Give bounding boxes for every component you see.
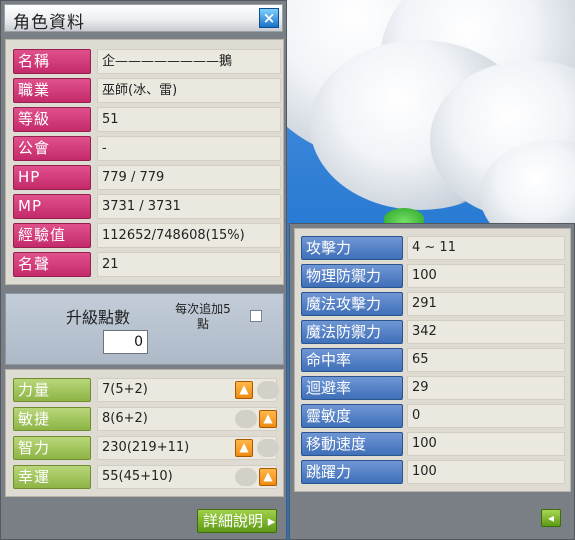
info-value: 21: [97, 252, 281, 277]
detail-row-accuracy: 命中率 65: [301, 348, 565, 372]
stat-row-dex: 敏捷 8(6+2) ▲: [13, 407, 277, 431]
detail-row-wdef: 物理防禦力 100: [301, 264, 565, 288]
stat-label: 敏捷: [13, 407, 91, 431]
character-info-window: 角色資料 × 名稱 企————————鵝 職業 巫師(冰、雷) 等級 51 公會…: [0, 0, 287, 540]
up-arrow-icon[interactable]: ▲: [235, 381, 253, 399]
info-label: 職業: [13, 78, 91, 103]
info-value: 779 / 779: [97, 165, 281, 190]
info-label: 名稱: [13, 49, 91, 74]
info-row-fame: 名聲 21: [13, 252, 281, 277]
info-value: 112652/748608(15%): [97, 223, 281, 248]
detail-row-attack: 攻擊力 4 ~ 11: [301, 236, 565, 260]
info-label: 等級: [13, 107, 91, 132]
window-title: 角色資料: [13, 13, 85, 33]
up-arrow-icon[interactable]: ▲: [259, 468, 277, 486]
detail-value: 342: [407, 320, 565, 344]
character-info-section: 名稱 企————————鵝 職業 巫師(冰、雷) 等級 51 公會 - HP 7…: [5, 39, 284, 285]
detail-stats-window: 攻擊力 4 ~ 11 物理防禦力 100 魔法攻擊力 291 魔法防禦力 342…: [289, 223, 575, 540]
info-label: HP: [13, 165, 91, 190]
detail-label: 命中率: [301, 348, 403, 372]
info-label: 經驗值: [13, 223, 91, 248]
detail-label: 靈敏度: [301, 404, 403, 428]
detail-button-label: 詳細說明: [203, 512, 264, 530]
stat-slot: [257, 439, 279, 457]
info-value: 3731 / 3731: [97, 194, 281, 219]
stat-slot: [235, 410, 257, 428]
detail-value: 100: [407, 432, 565, 456]
info-label: 公會: [13, 136, 91, 161]
detail-value: 29: [407, 376, 565, 400]
auto-assign-checkbox[interactable]: [250, 310, 262, 322]
detail-row-jump: 跳躍力 100: [301, 460, 565, 484]
detail-label: 魔法攻擊力: [301, 292, 403, 316]
info-row-level: 等級 51: [13, 107, 281, 132]
info-row-job: 職業 巫師(冰、雷): [13, 78, 281, 103]
auto-assign-label: 每次追加5 點: [175, 302, 231, 331]
detail-row-hands: 靈敏度 0: [301, 404, 565, 428]
stat-section: 力量 7(5+2) ▲ 敏捷 8(6+2) ▲ 智力 230(219+11) ▲…: [5, 369, 284, 497]
detail-label: 物理防禦力: [301, 264, 403, 288]
close-icon[interactable]: ×: [259, 8, 279, 28]
info-row-hp: HP 779 / 779: [13, 165, 281, 190]
info-value: 巫師(冰、雷): [97, 78, 281, 103]
info-row-guild: 公會 -: [13, 136, 281, 161]
info-label: 名聲: [13, 252, 91, 277]
detail-value: 100: [407, 264, 565, 288]
detail-label: 攻擊力: [301, 236, 403, 260]
detail-value: 4 ~ 11: [407, 236, 565, 260]
detail-row-speed: 移動速度 100: [301, 432, 565, 456]
detail-button[interactable]: 詳細說明 ▸: [197, 509, 277, 533]
stat-slot: [257, 381, 279, 399]
stat-row-int: 智力 230(219+11) ▲: [13, 436, 279, 460]
info-value: 51: [97, 107, 281, 132]
detail-stats-section: 攻擊力 4 ~ 11 物理防禦力 100 魔法攻擊力 291 魔法防禦力 342…: [294, 228, 571, 492]
detail-value: 291: [407, 292, 565, 316]
detail-row-matk: 魔法攻擊力 291: [301, 292, 565, 316]
stat-row-luk: 幸運 55(45+10) ▲: [13, 465, 277, 489]
info-value: 企————————鵝: [97, 49, 281, 74]
stat-label: 力量: [13, 378, 91, 402]
stat-slot: [235, 468, 257, 486]
ability-point-section: 升級點數 0 每次追加5 點: [5, 293, 284, 365]
stat-label: 幸運: [13, 465, 91, 489]
detail-value: 0: [407, 404, 565, 428]
ability-point-label: 升級點數: [66, 308, 131, 327]
detail-label: 跳躍力: [301, 460, 403, 484]
detail-row-mdef: 魔法防禦力 342: [301, 320, 565, 344]
detail-value: 65: [407, 348, 565, 372]
stat-row-str: 力量 7(5+2) ▲: [13, 378, 279, 402]
window-titlebar[interactable]: 角色資料 ×: [4, 4, 283, 33]
detail-label: 迴避率: [301, 376, 403, 400]
up-arrow-icon[interactable]: ▲: [235, 439, 253, 457]
info-label: MP: [13, 194, 91, 219]
chevron-right-icon: ▸: [267, 512, 276, 530]
detail-row-avoid: 迴避率 29: [301, 376, 565, 400]
stat-label: 智力: [13, 436, 91, 460]
up-arrow-icon[interactable]: ▲: [259, 410, 277, 428]
info-row-exp: 經驗值 112652/748608(15%): [13, 223, 281, 248]
info-row-name: 名稱 企————————鵝: [13, 49, 281, 74]
info-row-mp: MP 3731 / 3731: [13, 194, 281, 219]
detail-label: 魔法防禦力: [301, 320, 403, 344]
detail-label: 移動速度: [301, 432, 403, 456]
back-arrow-icon[interactable]: ◂: [541, 509, 561, 527]
info-value: -: [97, 136, 281, 161]
detail-value: 100: [407, 460, 565, 484]
ability-point-field[interactable]: 0: [103, 330, 148, 354]
